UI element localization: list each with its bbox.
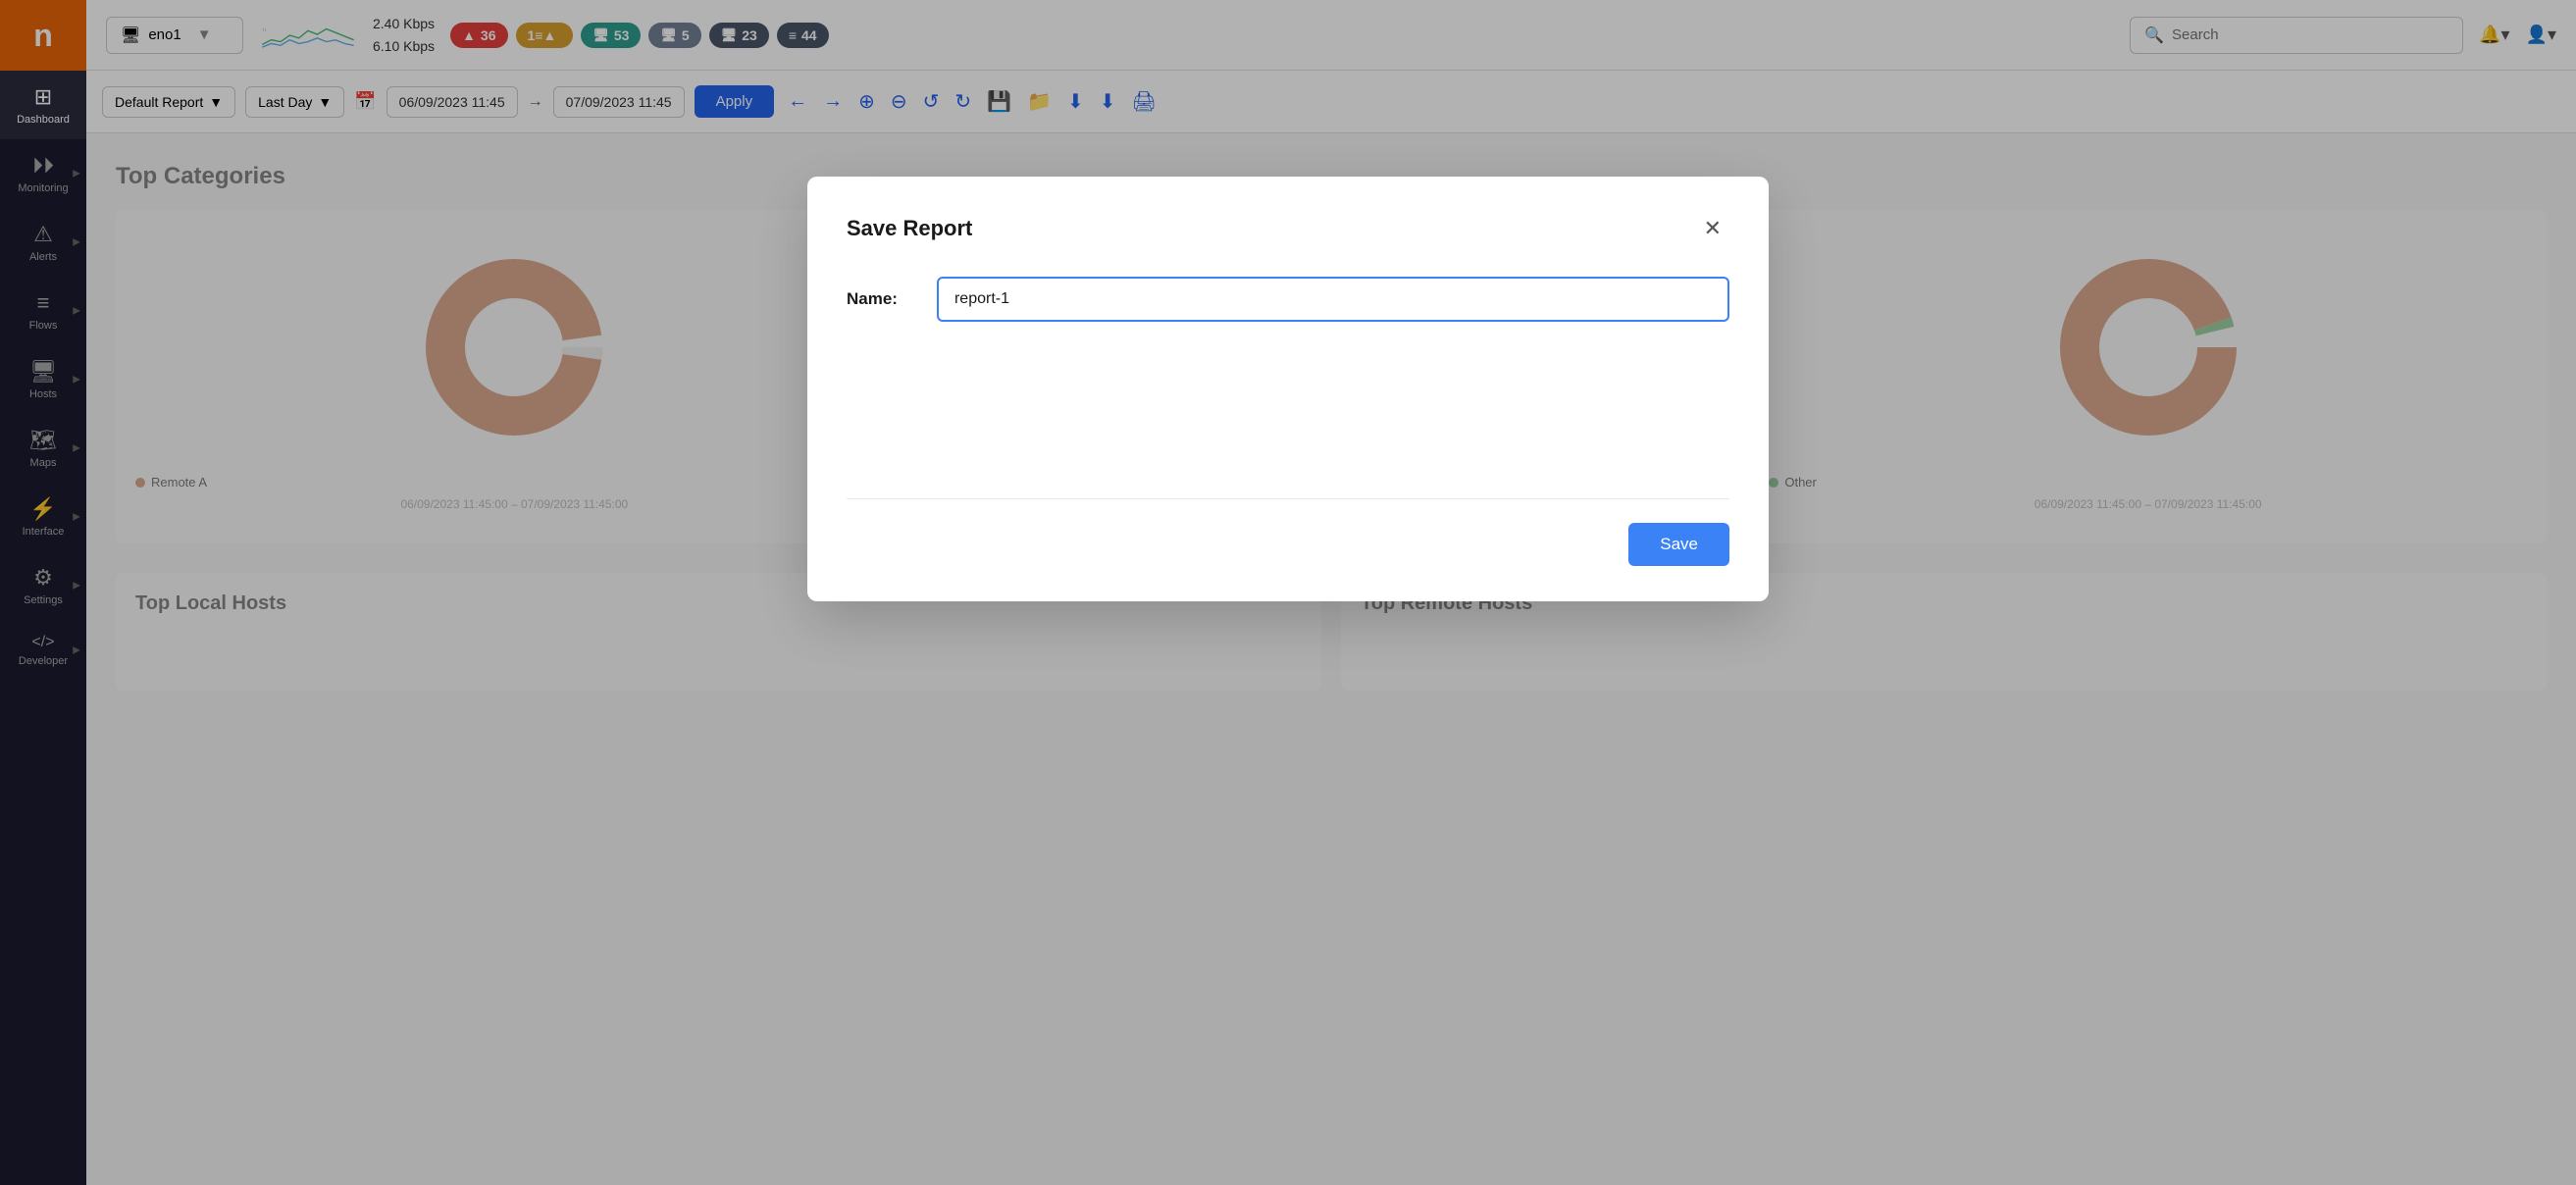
save-button[interactable]: Save xyxy=(1628,523,1729,566)
name-label: Name: xyxy=(847,289,898,309)
save-report-modal: Save Report ✕ Name: Save xyxy=(807,177,1769,601)
modal-body: Name: xyxy=(847,277,1729,322)
modal-close-button[interactable]: ✕ xyxy=(1696,212,1729,245)
modal-overlay[interactable]: Save Report ✕ Name: Save xyxy=(0,0,2576,1185)
modal-header: Save Report ✕ xyxy=(847,212,1729,245)
modal-title: Save Report xyxy=(847,216,972,241)
report-name-input[interactable] xyxy=(937,277,1729,322)
modal-footer: Save xyxy=(847,498,1729,566)
